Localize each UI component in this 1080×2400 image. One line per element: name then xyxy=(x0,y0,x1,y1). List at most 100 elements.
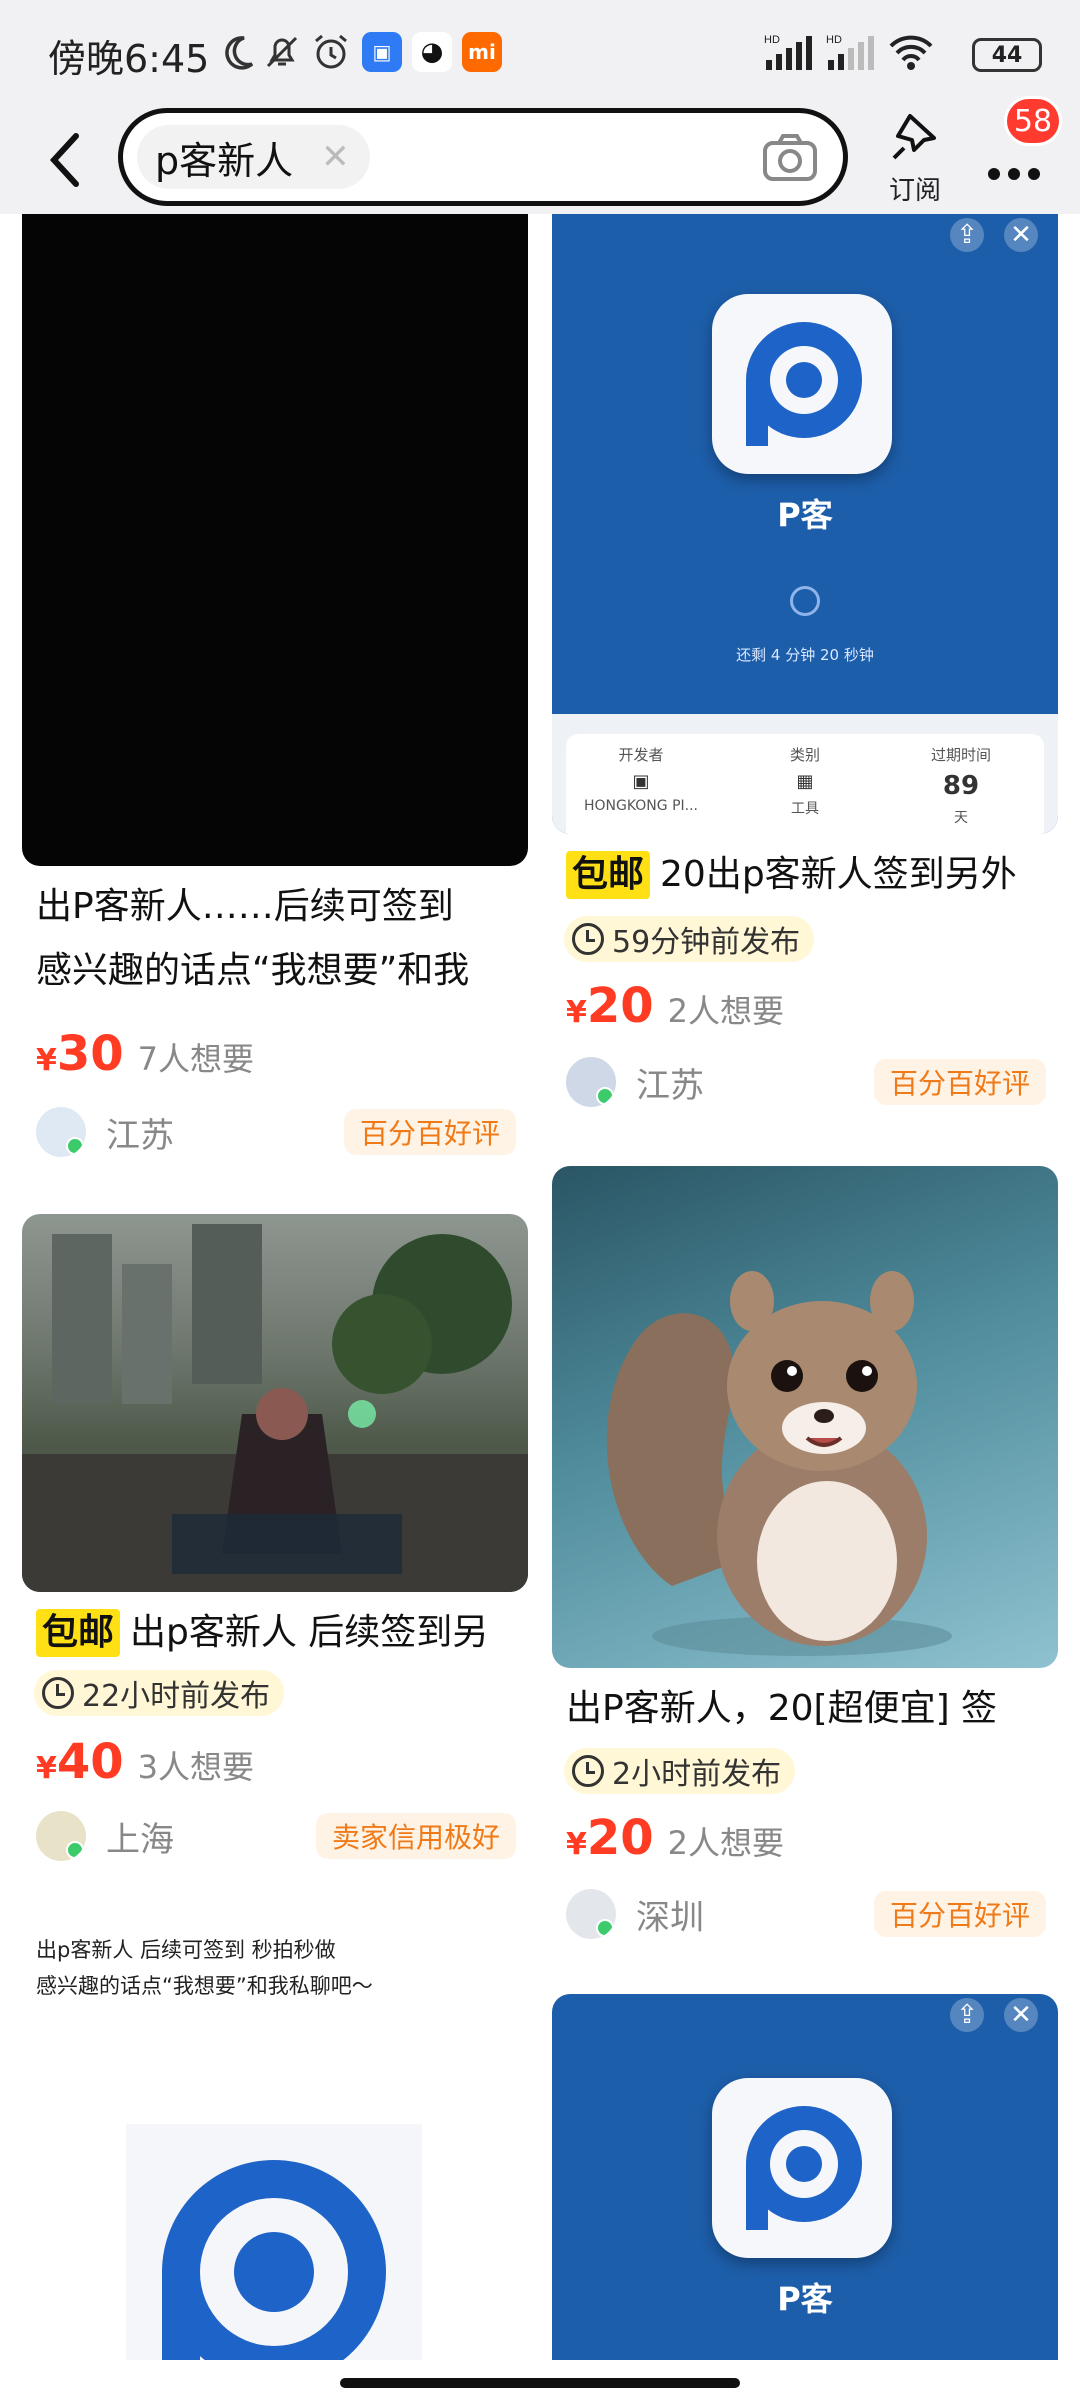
listing-text-image: 出p客新人 后续可签到 秒拍秒做 感兴趣的话点“我想要”和我私聊吧～ xyxy=(36,1932,373,2004)
free-shipping-badge: 包邮 xyxy=(36,1609,121,1657)
bell-muted-icon xyxy=(262,30,302,74)
free-shipping-badge: 包邮 xyxy=(566,851,651,899)
seller-city: 江苏 xyxy=(636,1065,704,1106)
avatar[interactable] xyxy=(566,1889,616,1939)
info-key: 类别 xyxy=(789,746,820,764)
image-actions: ⇪ ✕ xyxy=(950,218,1038,252)
app-name-label: P客 xyxy=(777,496,833,534)
listing-title: 出P客新人……后续可签到 xyxy=(36,886,454,927)
subscribe-label: 订阅 xyxy=(888,176,941,206)
seller-row[interactable]: 上海 卖家信用极好 xyxy=(36,1806,526,1866)
publish-time: 22小时前发布 xyxy=(34,1670,285,1716)
currency-symbol: ¥ xyxy=(36,1043,57,1078)
listing-card[interactable]: 出p客新人 后续可签到 秒拍秒做 感兴趣的话点“我想要”和我私聊吧～ xyxy=(22,1920,528,2384)
p-app-logo xyxy=(712,2078,892,2258)
seller-row[interactable]: 江苏 百分百好评 xyxy=(566,1052,1056,1112)
listing-image[interactable]: ⇪ ✕ P客 还剩 4 分钟 20 秒钟 开发者 ▣ HONGKONG PI..… xyxy=(552,214,1058,834)
seller-row[interactable]: 江苏 百分百好评 xyxy=(36,1102,526,1162)
listing-title: 包邮 出p客新人 后续签到另 xyxy=(36,1602,526,1664)
price-value: 20 xyxy=(586,1810,654,1866)
info-sub: 天 xyxy=(954,810,968,826)
app-name-label: P客 xyxy=(777,2280,833,2318)
listing-card[interactable]: 出P客新人，20[超便宜] 签 2小时前发布 ¥ 20 2人想要 深圳 百分百好… xyxy=(552,1166,1058,1939)
alarm-icon xyxy=(310,30,352,74)
want-count: 3人想要 xyxy=(137,1748,255,1786)
info-value: HONGKONG PI... xyxy=(584,798,698,814)
listing-card[interactable]: 包邮 出p客新人 后续签到另 22小时前发布 ¥ 40 3人想要 上海 卖家信用极… xyxy=(22,1214,528,1864)
qq-icon: ◕ xyxy=(412,30,452,74)
currency-symbol: ¥ xyxy=(566,995,587,1030)
currency-symbol: ¥ xyxy=(566,1827,587,1862)
publish-time-text: 22小时前发布 xyxy=(82,1679,271,1714)
seller-city: 上海 xyxy=(106,1819,174,1860)
home-indicator[interactable] xyxy=(340,2378,740,2388)
signal-label-2: HD xyxy=(826,34,842,46)
avatar[interactable] xyxy=(36,1811,86,1861)
status-time: 傍晚6:45 xyxy=(48,37,210,81)
listing-card[interactable]: ⇪ ✕ P客 还剩 4 分钟 20 秒钟 开发者 ▣ HONGKONG PI..… xyxy=(552,214,1058,1107)
info-developer: 开发者 ▣ HONGKONG PI... xyxy=(566,744,716,814)
listing-card[interactable]: ⇪ ✕ P客 xyxy=(552,1994,1058,2360)
share-icon[interactable]: ⇪ xyxy=(950,218,984,252)
search-chip-label: p客新人 xyxy=(155,138,294,183)
listing-card[interactable]: 出P客新人……后续可签到 感兴趣的话点“我想要”和我 ¥ 30 7人想要 江苏 … xyxy=(22,214,528,1157)
listing-price: ¥ 40 3人想要 xyxy=(36,1734,254,1790)
calculator-icon: ▦ xyxy=(796,771,814,792)
listing-image[interactable] xyxy=(22,1214,528,1592)
info-expiry: 过期时间 89 天 xyxy=(886,744,1036,827)
listing-price: ¥ 20 2人想要 xyxy=(566,1810,784,1866)
search-input[interactable]: p客新人 ✕ xyxy=(118,108,848,206)
pin-icon xyxy=(892,114,936,160)
info-key: 过期时间 xyxy=(930,746,991,764)
clock-icon xyxy=(572,1755,604,1787)
listing-image[interactable] xyxy=(22,214,528,866)
listing-text-line2: 感兴趣的话点“我想要”和我私聊吧～ xyxy=(36,1974,373,1998)
publish-time-text: 59分钟前发布 xyxy=(612,925,801,960)
avatar[interactable] xyxy=(36,1107,86,1157)
price-value: 40 xyxy=(56,1734,124,1790)
info-value: 工具 xyxy=(791,801,819,817)
want-count: 7人想要 xyxy=(137,1040,255,1078)
clear-chip-icon[interactable]: ✕ xyxy=(321,137,350,177)
back-button[interactable] xyxy=(36,122,96,198)
camera-search-icon[interactable] xyxy=(759,127,821,189)
publish-time: 2小时前发布 xyxy=(564,1748,796,1794)
seller-row[interactable]: 深圳 百分百好评 xyxy=(566,1884,1056,1944)
app-screen: { "status_bar": { "time": "傍晚6:45", "bat… xyxy=(0,0,1080,2400)
avatar[interactable] xyxy=(566,1057,616,1107)
status-bar: 傍晚6:45 ▣ ◕ mi HD HD 44 xyxy=(0,0,1080,108)
share-icon[interactable]: ⇪ xyxy=(950,1998,984,2032)
price-value: 20 xyxy=(586,978,654,1034)
search-chip[interactable]: p客新人 ✕ xyxy=(137,125,370,189)
want-count: 2人想要 xyxy=(667,1824,785,1862)
seller-city: 深圳 xyxy=(636,1897,704,1938)
info-key: 开发者 xyxy=(618,746,664,764)
seller-tag: 卖家信用极好 xyxy=(315,1813,516,1859)
price-value: 30 xyxy=(56,1026,124,1082)
battery-indicator: 44 xyxy=(972,38,1042,72)
loading-indicator xyxy=(790,586,820,616)
listing-text-line1: 出p客新人 后续可签到 秒拍秒做 xyxy=(36,1938,336,1962)
developer-icon: ▣ xyxy=(632,771,650,792)
search-header: p客新人 ✕ 订阅 58 xyxy=(0,96,1080,214)
app-logo-image[interactable] xyxy=(126,2124,422,2384)
countdown-text: 还剩 4 分钟 20 秒钟 xyxy=(736,646,874,664)
close-icon[interactable]: ✕ xyxy=(1004,218,1038,252)
close-icon[interactable]: ✕ xyxy=(1004,1998,1038,2032)
listing-image[interactable]: ⇪ ✕ P客 xyxy=(552,1994,1058,2360)
listing-title-text: 20出p客新人签到另外 xyxy=(660,854,1017,895)
moon-icon xyxy=(218,30,258,74)
want-count: 2人想要 xyxy=(667,992,785,1030)
listing-price: ¥ 30 7人想要 xyxy=(36,1026,254,1082)
p-app-logo xyxy=(712,294,892,474)
wifi-icon xyxy=(888,30,934,74)
currency-symbol: ¥ xyxy=(36,1751,57,1786)
seller-tag: 百分百好评 xyxy=(343,1109,516,1155)
subscribe-button[interactable]: 订阅 xyxy=(880,110,950,206)
chevron-left-icon xyxy=(49,133,79,187)
clock-icon xyxy=(572,923,604,955)
listing-image[interactable] xyxy=(552,1166,1058,1668)
listing-title-text: 出p客新人 后续签到另 xyxy=(130,1612,489,1653)
squirrel-illustration xyxy=(606,1271,952,1656)
listing-title: 出P客新人，20[超便宜] 签 xyxy=(566,1688,998,1729)
